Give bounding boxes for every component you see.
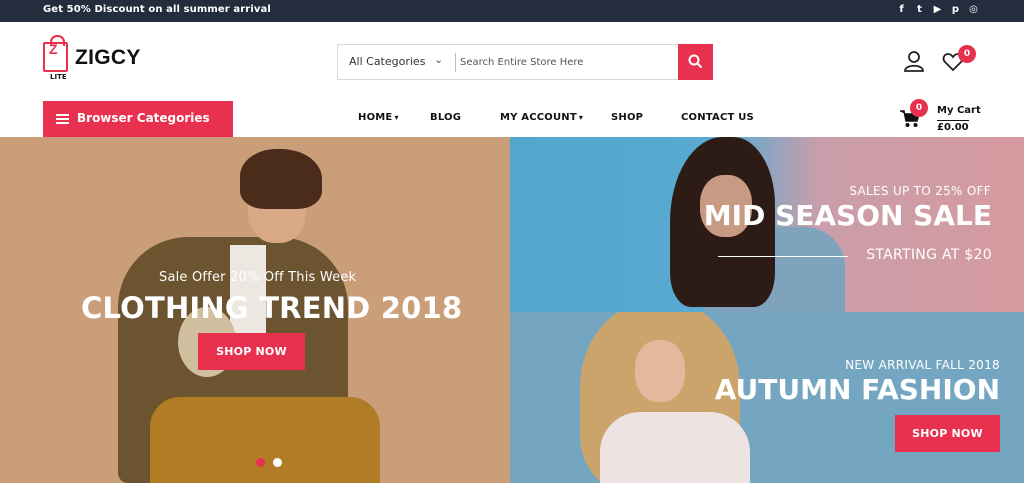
logo-mark: Z bbox=[49, 41, 58, 57]
banner-title: MID SEASON SALE bbox=[703, 199, 992, 232]
hero-shop-now-button[interactable]: SHOP NOW bbox=[198, 333, 305, 370]
wishlist-count-badge: 0 bbox=[958, 45, 976, 63]
model-face bbox=[635, 340, 685, 402]
nav-item-contact-us[interactable]: CONTACT US bbox=[681, 112, 754, 123]
nav-item-my-account[interactable]: MY ACCOUNT ▾ bbox=[500, 112, 583, 123]
logo-wordmark: ZIGCY bbox=[75, 46, 141, 69]
cart-count-badge: 0 bbox=[910, 99, 928, 117]
banner-subtitle: SALES UP TO 25% OFF bbox=[849, 184, 991, 198]
social-links: f t ▶ p ◎ bbox=[897, 3, 978, 17]
nav-item-shop[interactable]: SHOP bbox=[611, 112, 643, 123]
nav-item-home[interactable]: HOME ▾ bbox=[358, 112, 399, 123]
model-pants bbox=[150, 397, 380, 483]
banner-divider bbox=[718, 256, 848, 257]
browse-categories-button[interactable]: Browser Categories bbox=[43, 101, 233, 137]
cart-total[interactable]: £0.00 bbox=[937, 120, 969, 133]
slider-dot[interactable] bbox=[273, 458, 282, 467]
search-icon bbox=[688, 54, 703, 69]
instagram-icon[interactable]: ◎ bbox=[969, 3, 978, 17]
menu-icon bbox=[56, 114, 69, 124]
nav-label-my-account: MY ACCOUNT bbox=[500, 112, 577, 123]
banner-title: AUTUMN FASHION bbox=[714, 373, 1000, 406]
facebook-icon[interactable]: f bbox=[897, 3, 906, 17]
chevron-down-icon: ▾ bbox=[394, 113, 399, 122]
nav-item-blog[interactable]: BLOG bbox=[430, 112, 461, 123]
model-top bbox=[600, 412, 750, 483]
cart-label[interactable]: My Cart bbox=[937, 105, 981, 116]
search-divider bbox=[455, 53, 456, 72]
browse-categories-label: Browser Categories bbox=[77, 111, 210, 125]
search-button[interactable] bbox=[678, 44, 713, 80]
chevron-down-icon: ▾ bbox=[578, 113, 584, 122]
youtube-icon[interactable]: ▶ bbox=[933, 3, 942, 17]
chevron-down-icon[interactable]: ⌄ bbox=[434, 53, 443, 66]
promo-text: Get 50% Discount on all summer arrival bbox=[43, 4, 271, 15]
nav-label-home: HOME bbox=[358, 112, 393, 123]
banner-shop-now-button[interactable]: SHOP NOW bbox=[895, 415, 1000, 452]
search-input[interactable] bbox=[460, 53, 670, 72]
hero-title: CLOTHING TREND 2018 bbox=[81, 291, 463, 325]
top-bar: Get 50% Discount on all summer arrival f… bbox=[0, 0, 1024, 22]
slider-dot-active[interactable] bbox=[256, 458, 265, 467]
category-select[interactable]: All Categories bbox=[349, 55, 425, 68]
site-logo[interactable]: Z LITE ZIGCY bbox=[43, 35, 153, 82]
banner-subtitle: NEW ARRIVAL FALL 2018 bbox=[845, 358, 1000, 372]
search-bar: All Categories ⌄ bbox=[337, 44, 713, 80]
twitter-icon[interactable]: t bbox=[915, 3, 924, 17]
logo-tag: LITE bbox=[50, 73, 67, 81]
banner-caption: STARTING AT $20 bbox=[866, 247, 992, 263]
user-icon[interactable] bbox=[903, 50, 925, 72]
pinterest-icon[interactable]: p bbox=[951, 3, 960, 17]
model-hair bbox=[240, 149, 322, 209]
hero-subtitle: Sale Offer 20% Off This Week bbox=[159, 270, 357, 285]
